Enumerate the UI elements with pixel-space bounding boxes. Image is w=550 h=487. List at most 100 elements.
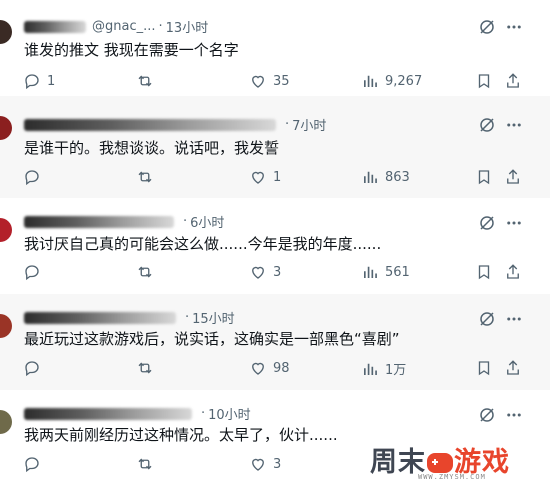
views-button[interactable]: 561: [361, 263, 410, 281]
reply-meta: · 7小时: [24, 115, 326, 134]
retweet-button[interactable]: [136, 263, 160, 281]
retweet-icon: [138, 362, 152, 374]
avatar[interactable]: [0, 314, 12, 338]
timestamp[interactable]: 6小时: [190, 212, 224, 231]
like-icon: [252, 75, 264, 88]
more-icon[interactable]: [505, 18, 523, 36]
reply-item[interactable]: · 6小时 我讨厌自己真的可能会这么做......今年是我的年度...... 3…: [0, 198, 550, 294]
like-button[interactable]: 35: [249, 72, 290, 90]
avatar[interactable]: [0, 410, 12, 434]
share-button[interactable]: [504, 72, 522, 90]
timestamp[interactable]: 15小时: [192, 308, 235, 327]
views-button[interactable]: 863: [361, 168, 410, 186]
action-bar: 98 1万: [0, 359, 550, 379]
reply-meta: @gnac_... · 13小时: [24, 17, 208, 36]
like-count: 3: [273, 264, 282, 280]
timestamp[interactable]: 7小时: [292, 115, 326, 134]
timestamp[interactable]: 13小时: [166, 17, 209, 36]
display-name-blurred[interactable]: [24, 118, 276, 131]
action-bar: 3 561: [0, 263, 550, 283]
share-button[interactable]: [504, 168, 522, 186]
views-icon: [364, 266, 377, 278]
reply-icon: [25, 170, 39, 186]
retweet-button[interactable]: [136, 359, 160, 377]
reply-button[interactable]: [23, 168, 47, 186]
like-icon: [252, 458, 264, 471]
like-button[interactable]: 3: [249, 455, 281, 473]
reply-meta: · 6小时: [24, 212, 224, 231]
reply-button[interactable]: [23, 263, 47, 281]
like-icon: [252, 266, 264, 279]
view-count: 9,267: [385, 73, 423, 89]
avatar[interactable]: [0, 116, 12, 140]
view-count: 561: [385, 264, 410, 280]
share-button[interactable]: [504, 263, 522, 281]
avatar[interactable]: [0, 218, 12, 242]
reply-icon: [25, 74, 39, 90]
share-icon: [507, 169, 519, 184]
reply-button[interactable]: [23, 359, 47, 377]
retweet-icon: [138, 266, 152, 278]
display-name-blurred[interactable]: [24, 311, 176, 324]
retweet-button[interactable]: [136, 168, 160, 186]
timestamp[interactable]: 10小时: [208, 404, 251, 423]
like-button[interactable]: 3: [249, 263, 281, 281]
bookmark-icon: [478, 265, 490, 280]
views-icon: [364, 363, 377, 375]
share-icon: [507, 264, 519, 279]
grok-icon[interactable]: [478, 406, 496, 424]
reply-item[interactable]: @gnac_... · 13小时 谁发的推文 我现在需要一个名字 1 35 9,…: [0, 0, 550, 96]
avatar[interactable]: [0, 20, 12, 44]
grok-icon[interactable]: [478, 310, 496, 328]
grok-icon[interactable]: [478, 18, 496, 36]
view-count: 863: [385, 169, 410, 185]
like-button[interactable]: 1: [249, 168, 281, 186]
user-handle[interactable]: @gnac_...: [92, 19, 156, 34]
reply-button[interactable]: 1: [23, 72, 55, 90]
like-count: 98: [273, 360, 290, 376]
bookmark-icon: [478, 361, 490, 376]
reply-button[interactable]: [23, 455, 47, 473]
grok-icon[interactable]: [478, 116, 496, 134]
reply-icon: [25, 361, 39, 377]
views-icon: [364, 171, 377, 183]
bookmark-button[interactable]: [475, 263, 493, 281]
views-icon: [364, 75, 377, 87]
display-name-blurred[interactable]: [24, 20, 86, 33]
share-icon: [507, 360, 519, 375]
reply-text: 是谁干的。我想谈谈。说话吧，我发誓: [24, 139, 280, 157]
views-button[interactable]: 9,267: [361, 72, 422, 90]
bookmark-button[interactable]: [475, 168, 493, 186]
reply-meta: · 10小时: [24, 404, 251, 423]
site-watermark: 周末 游戏 WWW.ZMYSM.COM: [368, 440, 550, 487]
more-icon[interactable]: [505, 116, 523, 134]
more-icon[interactable]: [505, 214, 523, 232]
grok-icon[interactable]: [478, 214, 496, 232]
bookmark-icon: [478, 74, 490, 89]
bookmark-button[interactable]: [475, 359, 493, 377]
views-button[interactable]: 1万: [361, 359, 406, 378]
reply-meta: · 15小时: [24, 308, 235, 327]
more-icon[interactable]: [505, 310, 523, 328]
display-name-blurred[interactable]: [24, 215, 174, 228]
reply-item[interactable]: · 7小时 是谁干的。我想谈谈。说话吧，我发誓 1 863: [0, 96, 550, 198]
reply-icon: [25, 457, 39, 473]
like-icon: [252, 362, 264, 375]
more-icon[interactable]: [505, 406, 523, 424]
bookmark-button[interactable]: [475, 72, 493, 90]
retweet-button[interactable]: [136, 455, 160, 473]
retweet-icon: [138, 75, 152, 87]
retweet-icon: [138, 171, 152, 183]
reply-item[interactable]: · 15小时 最近玩过这款游戏后，说实话，这确实是一部黑色“喜剧” 98 1万: [0, 294, 550, 390]
share-button[interactable]: [504, 359, 522, 377]
reply-text: 我讨厌自己真的可能会这么做......今年是我的年度......: [24, 235, 382, 253]
display-name-blurred[interactable]: [24, 407, 192, 420]
action-bar: 1 863: [0, 168, 550, 188]
gamepad-icon: [427, 453, 453, 473]
retweet-button[interactable]: [136, 72, 160, 90]
like-button[interactable]: 98: [249, 359, 290, 377]
reply-text: 我两天前刚经历过这种情况。太早了，伙计......: [24, 426, 338, 444]
like-count: 3: [273, 456, 282, 472]
view-count: 1万: [385, 363, 407, 378]
bookmark-icon: [478, 170, 490, 185]
